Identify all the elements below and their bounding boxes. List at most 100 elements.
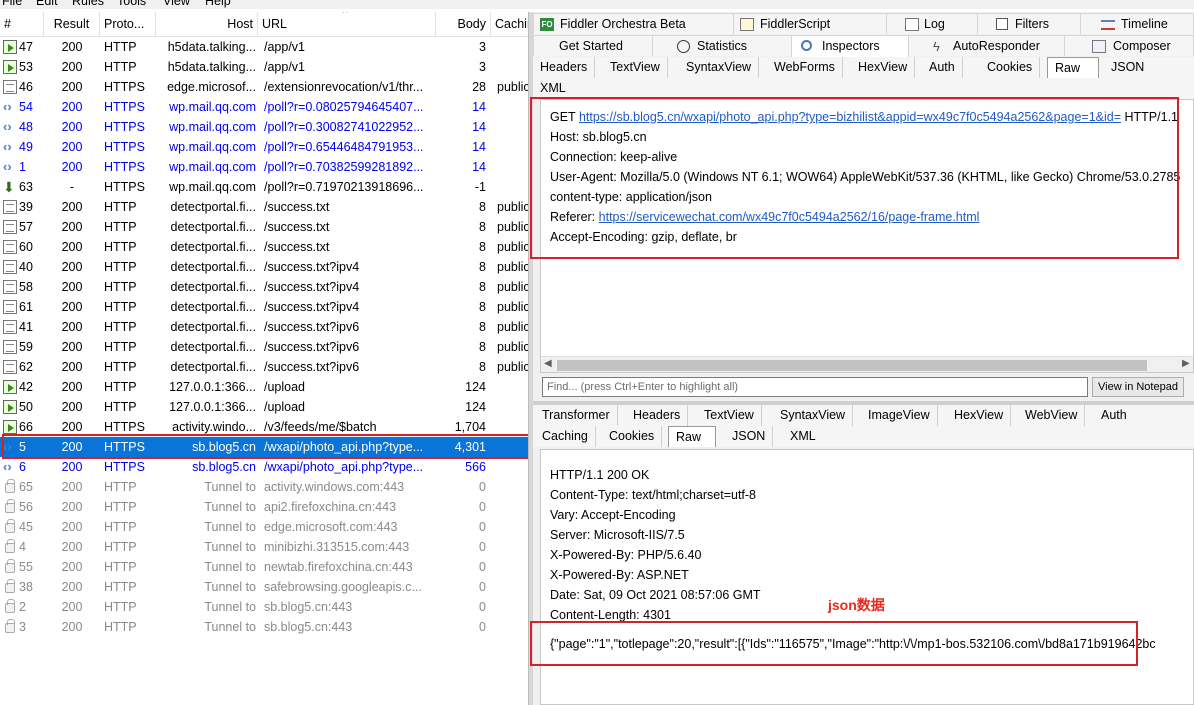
request-tab-hexview[interactable]: HexView: [851, 57, 916, 78]
session-row[interactable]: 38 200 HTTP Tunnel to safebrowsing.googleapi…: [0, 577, 528, 597]
menu-help[interactable]: Help: [205, 0, 231, 8]
session-result: 200: [61, 540, 83, 554]
session-row[interactable]: 48200HTTPSwp.mail.qq.com/poll?r=0.300827…: [0, 117, 528, 137]
column-header-number[interactable]: #: [0, 12, 44, 37]
column-header-protocol[interactable]: Proto...: [100, 12, 156, 37]
session-host: detectportal.fi...: [170, 280, 256, 294]
tab-get-started[interactable]: Get Started: [533, 35, 653, 56]
response-tab-syntaxview[interactable]: SyntaxView: [773, 405, 854, 426]
session-row[interactable]: 39 200 HTTP detectportal.fi.../success.txt 8…: [0, 197, 528, 217]
session-row[interactable]: 45 200 HTTP Tunnel to edge.microsoft.com:443…: [0, 517, 528, 537]
response-header-line: Content-Length: 4301: [550, 608, 671, 622]
log-icon: [905, 18, 919, 31]
tab-fiddlerscript[interactable]: FiddlerScript: [733, 13, 887, 34]
request-tab-auth[interactable]: Auth: [922, 57, 963, 78]
session-row[interactable]: 61 200 HTTP detectportal.fi.../success.txt?…: [0, 297, 528, 317]
request-tab-textview[interactable]: TextView: [603, 57, 668, 78]
tab-inspectors[interactable]: Inspectors: [791, 35, 909, 57]
menu-view[interactable]: View: [163, 0, 190, 8]
session-row[interactable]: 1200HTTPSwp.mail.qq.com/poll?r=0.7038259…: [0, 157, 528, 177]
column-header-body[interactable]: Body: [436, 12, 491, 37]
tab-fiddler-orchestra[interactable]: FO Fiddler Orchestra Beta: [533, 13, 734, 34]
session-row[interactable]: 2 200 HTTP Tunnel to sb.blog5.cn:443 0: [0, 597, 528, 617]
session-row[interactable]: 47 200 HTTP h5data.talking.../app/v1 3: [0, 37, 528, 57]
response-tab-cookies[interactable]: Cookies: [602, 426, 663, 447]
session-row[interactable]: 4 200 HTTP Tunnel to minibizhi.313515.com:44…: [0, 537, 528, 557]
session-url: /success.txt: [264, 240, 330, 254]
bidirectional-icon: [3, 437, 17, 457]
session-row[interactable]: 66 200 HTTPS activity.windo.../v3/feeds/me/…: [0, 417, 528, 437]
session-row[interactable]: 59 200 HTTP detectportal.fi.../success.txt?…: [0, 337, 528, 357]
menu-tools[interactable]: Tools: [117, 0, 146, 8]
request-horizontal-scrollbar[interactable]: ◀ ▶: [541, 356, 1193, 372]
response-tab-headers[interactable]: Headers: [626, 405, 689, 426]
session-row[interactable]: 40 200 HTTP detectportal.fi.../success.txt?…: [0, 257, 528, 277]
request-tab-cookies[interactable]: Cookies: [980, 57, 1041, 78]
menu-edit[interactable]: Edit: [36, 0, 58, 8]
tab-statistics[interactable]: Statistics: [652, 35, 792, 56]
request-url-link[interactable]: https://sb.blog5.cn/wxapi/photo_api.php?…: [579, 110, 1121, 124]
tab-composer[interactable]: Composer: [1064, 35, 1194, 56]
response-tab-json[interactable]: JSON: [725, 426, 774, 447]
tab-label: Fiddler Orchestra Beta: [560, 17, 686, 31]
response-tab-xml[interactable]: XML: [783, 426, 823, 447]
session-row[interactable]: 41 200 HTTP detectportal.fi.../success.txt?…: [0, 317, 528, 337]
session-caching: public: [497, 360, 528, 374]
session-row[interactable]: 53 200 HTTP h5data.talking.../app/v1 3: [0, 57, 528, 77]
request-find-input[interactable]: Find... (press Ctrl+Enter to highlight a…: [542, 377, 1088, 397]
request-raw-view[interactable]: GET https://sb.blog5.cn/wxapi/photo_api.…: [540, 99, 1194, 373]
tab-log[interactable]: Log: [886, 13, 978, 34]
request-tab-webforms[interactable]: WebForms: [767, 57, 843, 78]
response-tab-textview[interactable]: TextView: [697, 405, 762, 426]
session-body-size: 8: [479, 360, 486, 374]
lock-icon: [5, 499, 15, 513]
session-row[interactable]: 60 200 HTTP detectportal.fi.../success.txt 8…: [0, 237, 528, 257]
response-tab-transformer[interactable]: Transformer: [535, 405, 618, 426]
session-row[interactable]: 57 200 HTTP detectportal.fi.../success.txt 8…: [0, 217, 528, 237]
scroll-right-arrow-icon[interactable]: ▶: [1182, 358, 1190, 369]
tab-autoresponder[interactable]: ϟ AutoResponder: [908, 35, 1065, 56]
session-row[interactable]: 42 200 HTTP 127.0.0.1:366.../upload 124: [0, 377, 528, 397]
session-row[interactable]: 5200HTTPSsb.blog5.cn/wxapi/photo_api.php…: [0, 437, 528, 457]
response-tab-auth[interactable]: Auth: [1094, 405, 1134, 426]
request-url-link[interactable]: https://servicewechat.com/wx49c7f0c5494a…: [599, 210, 980, 224]
document-icon: [3, 220, 17, 234]
response-tab-webview[interactable]: WebView: [1018, 405, 1086, 426]
scrollbar-thumb[interactable]: [557, 360, 1147, 371]
session-row[interactable]: 6200HTTPSsb.blog5.cn/wxapi/photo_api.php…: [0, 457, 528, 477]
request-tab-raw[interactable]: Raw: [1047, 57, 1099, 78]
session-row[interactable]: 46 200 HTTPS edge.microsof.../extensionrevo…: [0, 77, 528, 97]
request-tab-headers[interactable]: Headers: [533, 57, 596, 78]
view-in-notepad-button[interactable]: View in Notepad: [1092, 377, 1184, 397]
session-row[interactable]: 56 200 HTTP Tunnel to api2.firefoxchina.cn:4…: [0, 497, 528, 517]
session-protocol: HTTP: [104, 540, 137, 554]
request-tab-json[interactable]: JSON: [1104, 57, 1151, 78]
session-row[interactable]: 62 200 HTTP detectportal.fi.../success.txt?…: [0, 357, 528, 377]
menu-rules[interactable]: Rules: [72, 0, 104, 8]
request-raw-line: Accept-Encoding: gzip, deflate, br: [550, 227, 737, 247]
session-row[interactable]: 3 200 HTTP Tunnel to sb.blog5.cn:443 0: [0, 617, 528, 637]
session-row[interactable]: 65 200 HTTP Tunnel to activity.windows.com:4…: [0, 477, 528, 497]
response-raw-view[interactable]: HTTP/1.1 200 OK Content-Type: text/html;c…: [540, 449, 1194, 705]
response-tab-hexview[interactable]: HexView: [947, 405, 1012, 426]
tab-filters[interactable]: Filters: [977, 13, 1081, 34]
session-row[interactable]: 58 200 HTTP detectportal.fi.../success.txt?…: [0, 277, 528, 297]
session-row[interactable]: 63-HTTPSwp.mail.qq.com/poll?r=0.71970213…: [0, 177, 528, 197]
column-header-caching[interactable]: Caching: [491, 12, 528, 37]
menu-file[interactable]: File: [2, 0, 22, 8]
response-tab-raw[interactable]: Raw: [668, 426, 716, 447]
session-row[interactable]: 55 200 HTTP Tunnel to newtab.firefoxchina.cn…: [0, 557, 528, 577]
response-tab-imageview[interactable]: ImageView: [861, 405, 938, 426]
tab-timeline[interactable]: Timeline: [1080, 13, 1194, 34]
session-row[interactable]: 54200HTTPSwp.mail.qq.com/poll?r=0.080257…: [0, 97, 528, 117]
session-row[interactable]: 50 200 HTTP 127.0.0.1:366.../upload 124: [0, 397, 528, 417]
request-tab-xml[interactable]: XML: [533, 78, 573, 99]
column-header-result[interactable]: Result: [44, 12, 100, 37]
session-url: /upload: [264, 400, 306, 414]
session-row[interactable]: 49200HTTPSwp.mail.qq.com/poll?r=0.654464…: [0, 137, 528, 157]
column-header-host[interactable]: Host: [156, 12, 258, 37]
scroll-left-arrow-icon[interactable]: ◀: [544, 358, 552, 369]
request-tab-syntaxview[interactable]: SyntaxView: [679, 57, 760, 78]
response-tab-caching[interactable]: Caching: [535, 426, 596, 447]
session-body-size: 8: [479, 320, 486, 334]
